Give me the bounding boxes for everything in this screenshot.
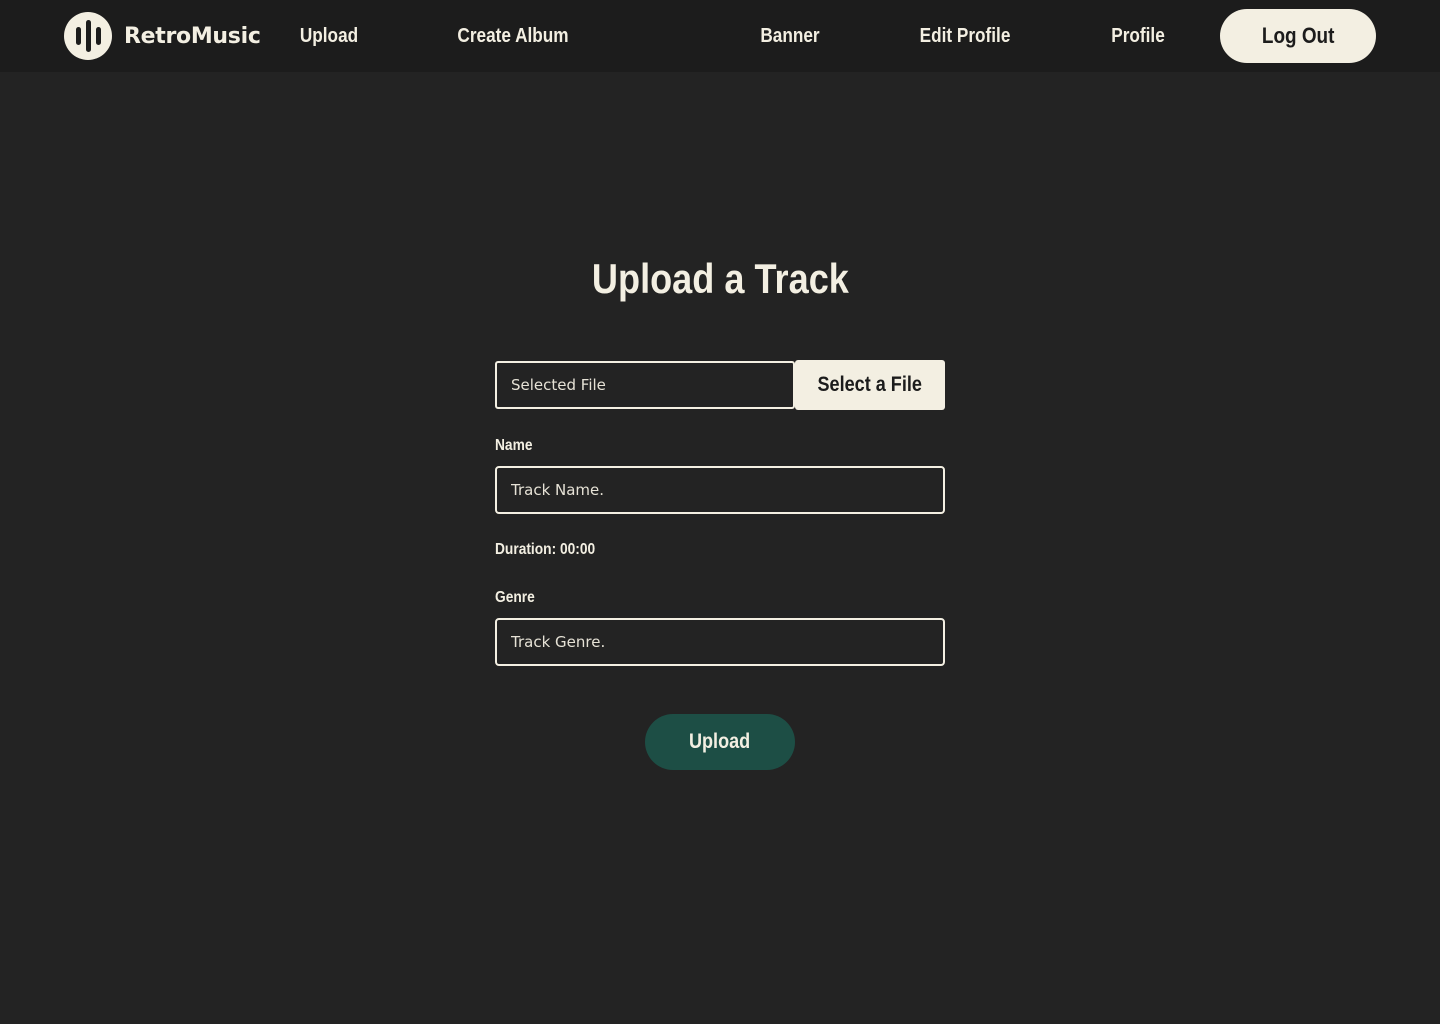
selected-file-field[interactable]: Selected File: [495, 361, 795, 409]
brand-name: RetroMusic: [124, 23, 261, 49]
nav-link-create-album[interactable]: Create Album: [450, 0, 576, 72]
brand-logo[interactable]: RetroMusic: [64, 12, 261, 60]
sound-wave-icon: [64, 12, 112, 60]
select-file-button-label: Select a File: [817, 373, 923, 396]
nav-link-profile[interactable]: Profile: [1105, 0, 1170, 72]
top-navbar: RetroMusic Upload Create Album Banner Ed…: [0, 0, 1440, 72]
track-genre-input[interactable]: [495, 618, 945, 666]
name-label: Name: [495, 437, 533, 454]
genre-label: Genre: [495, 589, 535, 606]
track-name-input[interactable]: [495, 466, 945, 514]
page-title: Upload a Track: [420, 255, 1020, 303]
duration-label: Duration: 00:00: [495, 541, 596, 558]
upload-submit-button[interactable]: Upload: [645, 714, 795, 770]
logout-button[interactable]: Log Out: [1220, 9, 1376, 63]
nav-link-banner[interactable]: Banner: [756, 0, 825, 72]
nav-link-upload[interactable]: Upload: [295, 0, 362, 72]
logout-button-label: Log Out: [1261, 23, 1335, 48]
select-file-button[interactable]: Select a File: [795, 360, 945, 410]
upload-submit-button-label: Upload: [689, 730, 751, 753]
page-title-text: Upload a Track: [591, 255, 849, 302]
nav-link-edit-profile[interactable]: Edit Profile: [913, 0, 1016, 72]
